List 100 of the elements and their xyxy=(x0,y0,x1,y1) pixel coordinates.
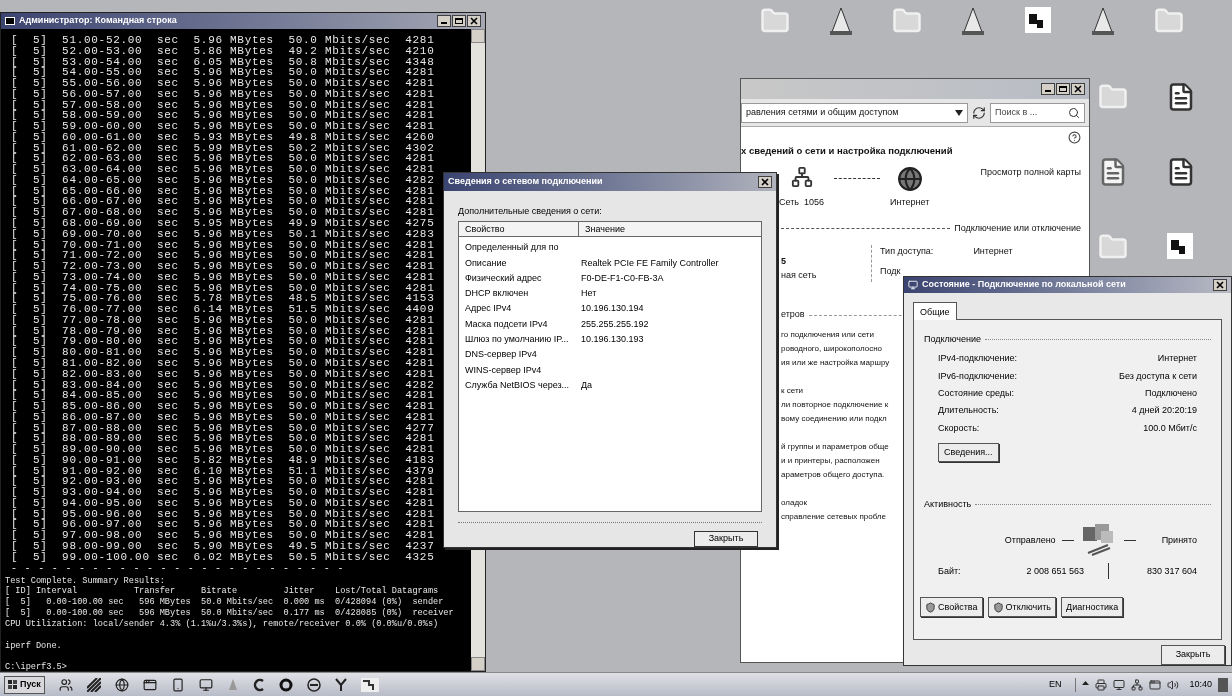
table-cell-text: Определенный для по xyxy=(464,241,560,255)
console-line: iperf Done. xyxy=(5,640,63,652)
console-line: [ 5] 79.00-80.00 sec 5.96 MBytes 50.0 Mbits/sec 4281 xyxy=(11,336,435,348)
console-line: [ 5] 70.00-71.00 sec 5.96 MBytes 50.0 Mbits/sec 4281 xyxy=(11,239,435,251)
task-description: роводного, широкополосно xyxy=(781,342,883,355)
field-value: Подключено xyxy=(1144,387,1197,400)
table-cell-text: Нет xyxy=(580,287,597,301)
console-line: [ 5] 74.00-75.00 sec 5.96 MBytes 50.0 Mbits/sec 4281 xyxy=(11,282,435,294)
console-line: [ 5] 81.00-82.00 sec 5.96 MBytes 50.0 Mbits/sec 4281 xyxy=(11,357,435,369)
table-cell-text: Описание xyxy=(464,256,508,270)
field-label: Подк xyxy=(880,264,902,278)
table-cell-text: 255.255.255.192 xyxy=(580,317,649,331)
console-line: [ 5] 55.00-56.00 sec 5.96 MBytes 50.0 Mbits/sec 4281 xyxy=(11,78,435,89)
console-line: [ 5] 65.00-66.00 sec 5.96 MBytes 50.0 Mbits/sec 4281 xyxy=(11,185,435,197)
console-line: [ 5] 0.00-100.00 sec 596 MBytes 50.0 Mbits/sec 0.177 ms 0/428085 (0%) receiver xyxy=(5,607,455,619)
console-line: [ 5] 51.00-52.00 sec 5.96 MBytes 50.0 Mbits/sec 4281 xyxy=(11,35,435,46)
group-heading: Активность xyxy=(924,498,972,511)
section-label: етров xyxy=(781,308,805,322)
console-line: [ 5] 80.00-81.00 sec 5.96 MBytes 50.0 Mbits/sec 4281 xyxy=(11,347,435,358)
network-type: ная сеть xyxy=(781,268,818,282)
table-cell-text: DHCP включен xyxy=(464,287,530,301)
console-line: [ 5] 62.00-63.00 sec 5.96 MBytes 50.0 Mbits/sec 4281 xyxy=(11,153,435,165)
page-heading: х сведений о сети и настройка подключений xyxy=(741,144,954,158)
console-line: [ 5] 94.00-95.00 sec 5.96 MBytes 50.0 Mbits/sec 4281 xyxy=(11,497,435,509)
clock: 10:40 xyxy=(1189,677,1212,691)
bytes-received: 830 317 604 xyxy=(1145,564,1197,578)
console-line: [ 5] 53.00-54.00 sec 6.05 MBytes 50.8 Mbits/sec 4348 xyxy=(11,56,435,68)
console-line: [ 5] 77.00-78.00 sec 5.96 MBytes 50.0 Mbits/sec 4281 xyxy=(11,314,435,326)
task-description: ли повторное подключение к xyxy=(781,398,890,411)
console-line: [ 5] 76.00-77.00 sec 6.14 MBytes 51.5 Mbits/sec 4409 xyxy=(11,304,435,315)
console-line: [ 5] 85.00-86.00 sec 5.96 MBytes 50.0 Mbits/sec 4281 xyxy=(11,401,435,412)
bytes-label: Байт: xyxy=(938,564,962,578)
console-line: [ 5] 97.00-98.00 sec 5.96 MBytes 50.0 Mbits/sec 4281 xyxy=(11,530,435,541)
field-label: Состояние среды: xyxy=(938,387,1014,400)
table-cell-text: Маска подсети IPv4 xyxy=(464,317,549,331)
field-label: IPv4-подключение: xyxy=(938,352,1017,366)
console-line: [ 5] 99.00-100.00 sec 6.02 MBytes 50.5 Mbits/sec 4325 xyxy=(11,551,435,563)
field-label: Длительность: xyxy=(938,404,999,418)
console-line: [ 5] 98.00-99.00 sec 5.90 MBytes 49.5 Mbits/sec 4237 xyxy=(11,541,435,552)
console-line: CPU Utilization: local/sender 4.3% (1.1%u/3.3%s), remote/receiver 0.0% (0.0%u/0.0%s) xyxy=(5,618,440,630)
console-line: [ 5] 73.00-74.00 sec 5.96 MBytes 50.0 Mbits/sec 4281 xyxy=(11,271,435,283)
console-line: [ 5] 58.00-59.00 sec 5.96 MBytes 50.0 Mbits/sec 4281 xyxy=(11,110,435,122)
console-line: [ 5] 68.00-69.00 sec 5.95 MBytes 49.9 Mbits/sec 4275 xyxy=(11,218,435,229)
console-line: [ 5] 89.00-90.00 sec 5.96 MBytes 50.0 Mbits/sec 4281 xyxy=(11,444,435,455)
console-line: [ 5] 71.00-72.00 sec 5.96 MBytes 50.0 Mbits/sec 4281 xyxy=(11,250,435,262)
console-line: [ 5] 96.00-97.00 sec 5.96 MBytes 50.0 Mbits/sec 4281 xyxy=(11,519,435,531)
table-cell-text: 10.196.130.193 xyxy=(580,333,644,347)
table-cell-text: Служба NetBIOS через... xyxy=(464,378,571,392)
console-line: [ 5] 86.00-87.00 sec 5.96 MBytes 50.0 Mbits/sec 4281 xyxy=(11,411,435,423)
caption: Дополнительные сведения о сети: xyxy=(458,204,603,218)
console-line: Test Complete. Summary Results: xyxy=(5,575,166,586)
map-label: Интернет xyxy=(890,196,930,210)
field-value: Интернет xyxy=(973,245,1013,259)
network-name: 5 xyxy=(781,255,787,269)
table-cell-text: Адрес IPv4 xyxy=(464,302,513,316)
field-label: Скорость: xyxy=(938,421,980,435)
console-line: [ 5] 66.00-67.00 sec 5.96 MBytes 50.0 Mbits/sec 4281 xyxy=(11,196,435,208)
console-line: [ 5] 92.00-93.00 sec 5.96 MBytes 50.0 Mbits/sec 4281 xyxy=(11,476,435,488)
console-line: [ 5] 61.00-62.00 sec 5.99 MBytes 50.2 Mbits/sec 4302 xyxy=(11,142,435,154)
console-line: [ 5] 69.00-70.00 sec 5.96 MBytes 50.1 Mbits/sec 4283 xyxy=(11,228,435,240)
console-line: [ 5] 52.00-53.00 sec 5.86 MBytes 49.2 Mbits/sec 4210 xyxy=(11,45,435,57)
console-line: [ ID] Interval Transfer Bitrate Jitter Lost/Total Datagrams xyxy=(5,586,440,597)
received-label: Принято xyxy=(1161,533,1197,547)
table-cell-text: F0-DE-F1-C0-FB-3A xyxy=(580,271,664,285)
table-cell-text: Физический адрес xyxy=(464,271,543,285)
table-cell-text: DNS-сервер IPv4 xyxy=(464,348,538,362)
task-description: вому соединению или подкл xyxy=(781,412,888,425)
console-line: [ 5] 91.00-92.00 sec 6.10 MBytes 51.1 Mbits/sec 4379 xyxy=(11,465,435,477)
console-line: [ 5] 54.00-55.00 sec 5.96 MBytes 50.0 Mbits/sec 4281 xyxy=(11,67,435,79)
table-cell-text: Шлюз по умолчанию IP... xyxy=(464,333,570,347)
field-value: Интернет xyxy=(1157,352,1197,366)
map-label: Сеть 1056 xyxy=(779,196,825,210)
console-line: [ 5] 75.00-76.00 sec 5.78 MBytes 48.5 Mbits/sec 4153 xyxy=(11,293,435,305)
console-line: [ 5] 90.00-91.00 sec 5.82 MBytes 48.9 Mbits/sec 4183 xyxy=(11,454,435,466)
console-line: [ 5] 63.00-64.00 sec 5.96 MBytes 50.0 Mbits/sec 4281 xyxy=(11,164,435,175)
console-line: [ 5] 84.00-85.00 sec 5.96 MBytes 50.0 Mbits/sec 4281 xyxy=(11,390,435,402)
table-cell-text: Realtek PCIe FE Family Controller xyxy=(580,256,719,270)
console-line: [ 5] 67.00-68.00 sec 5.96 MBytes 50.0 Mbits/sec 4281 xyxy=(11,207,435,218)
section-label: Подключение или отключение xyxy=(954,221,1081,235)
console-line: [ 5] 83.00-84.00 sec 5.96 MBytes 50.0 Mbits/sec 4282 xyxy=(11,379,435,391)
field-value: Без доступа к сети xyxy=(1119,369,1197,383)
console-line: [ 5] 57.00-58.00 sec 5.96 MBytes 50.0 Mbits/sec 4281 xyxy=(11,99,435,111)
console-line: [ 5] 78.00-79.00 sec 5.96 MBytes 50.0 Mbits/sec 4281 xyxy=(11,325,435,337)
task-description: справление сетевых пробле xyxy=(781,510,887,523)
console-line: [ 5] 93.00-94.00 sec 5.96 MBytes 50.0 Mbits/sec 4281 xyxy=(11,487,435,498)
window-title: Администратор: Командная строка xyxy=(19,14,178,28)
window-title: Состояние - Подключение по локальной сети xyxy=(922,278,1127,292)
console-line: [ 5] 60.00-61.00 sec 5.93 MBytes 49.8 Mbits/sec 4260 xyxy=(11,131,435,143)
console-line: [ 5] 59.00-60.00 sec 5.96 MBytes 50.0 Mbits/sec 4281 xyxy=(11,121,435,132)
task-description: и и принтеры, расположен xyxy=(781,454,881,467)
task-description: ия или же настройка маршру xyxy=(781,356,891,369)
field-value: 100.0 Мбит/с xyxy=(1143,421,1197,435)
sent-label: Отправлено xyxy=(1004,533,1056,547)
table-cell-text: WINS-сервер IPv4 xyxy=(464,363,543,377)
console-line: [ 5] 64.00-65.00 sec 5.96 MBytes 50.0 Mbits/sec 4282 xyxy=(11,174,435,186)
console-line: [ 5] 72.00-73.00 sec 5.96 MBytes 50.0 Mbits/sec 4281 xyxy=(11,261,435,272)
field-label: IPv6-подключение: xyxy=(938,369,1017,383)
console-line: [ 5] 87.00-88.00 sec 5.96 MBytes 50.0 Mbits/sec 4277 xyxy=(11,422,435,434)
field-label: Тип доступа: xyxy=(880,245,934,259)
console-line: C:\iperf3.5> xyxy=(5,662,68,671)
